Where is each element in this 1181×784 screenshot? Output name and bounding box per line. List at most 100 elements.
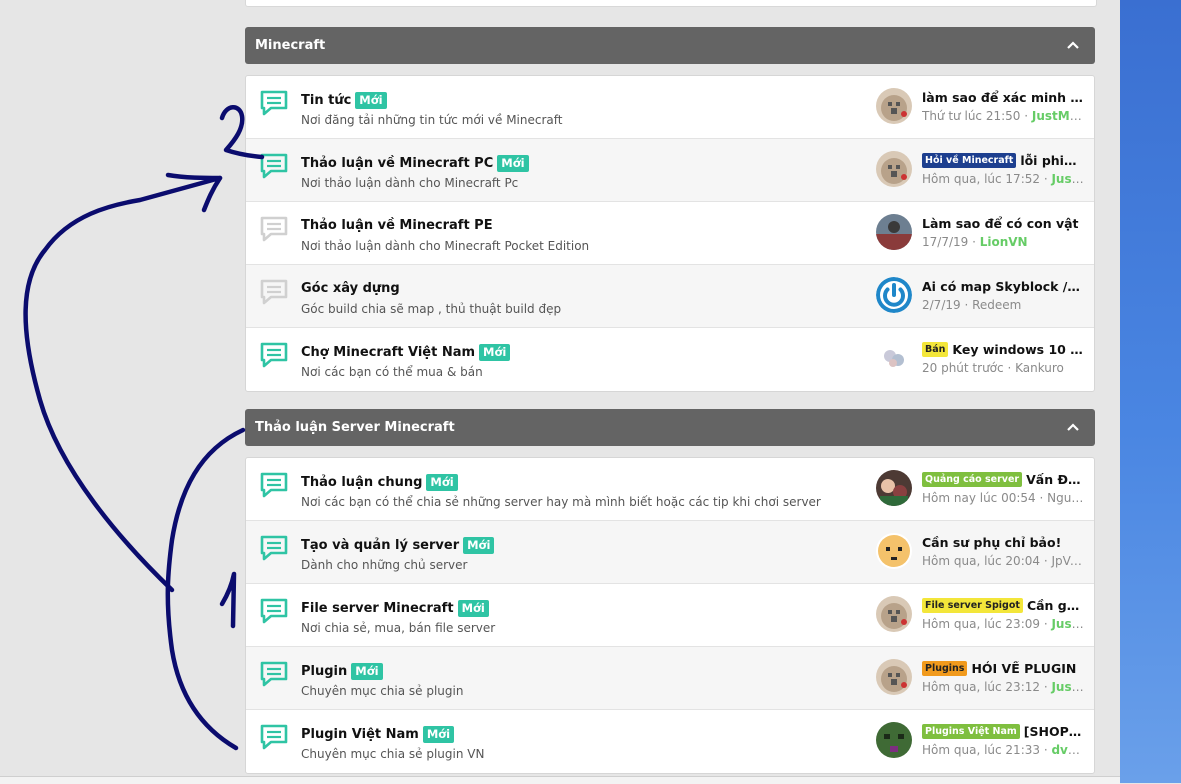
node-description: Góc build chia sẽ map , thủ thuật build … [301, 302, 562, 316]
last-post-username[interactable]: Redeem [972, 298, 1021, 312]
last-post-username[interactable]: JpVe... [1051, 554, 1084, 568]
category-title: Minecraft [255, 38, 326, 53]
node-title-link[interactable]: Thảo luận về Minecraft PC [301, 156, 493, 171]
thread-prefix-label: Hỏi về Minecraft [922, 153, 1017, 168]
last-post-username[interactable]: Kankuro [1015, 361, 1064, 375]
photo-avatar[interactable] [876, 214, 912, 250]
face-avatar[interactable] [876, 533, 912, 569]
forum-node[interactable]: Chợ Minecraft Việt Nam Mới Nơi các bạn có … [246, 328, 1094, 391]
last-post-title-link[interactable]: HỎI VỀ PLUGIN [971, 661, 1084, 676]
node-description: Nơi các bạn có thể chia sẻ những server … [301, 495, 821, 509]
node-title-link[interactable]: Thảo luận về Minecraft PE [301, 218, 493, 233]
last-post-title-link[interactable]: Làm sao để có con vật [922, 216, 1084, 231]
node-description: Nơi đăng tải những tin tức mới về Minecr… [301, 113, 563, 127]
node-title-link[interactable]: Tạo và quản lý server [301, 538, 459, 553]
last-post-username[interactable]: dvmi [1051, 743, 1084, 757]
last-post-time[interactable]: Hôm qua, lúc 23:09 [922, 617, 1040, 631]
last-post-time[interactable]: Hôm qua, lúc 21:33 [922, 743, 1040, 757]
node-title-row: Plugin Việt Nam Mới [301, 726, 455, 743]
meta-separator: · [1035, 491, 1048, 505]
meta-separator: · [1040, 680, 1052, 694]
creeper-avatar[interactable] [876, 151, 912, 187]
thread-prefix-label: Plugins [922, 661, 968, 676]
new-badge: Mới [422, 726, 455, 743]
last-post-title-link[interactable]: làm sao để xác minh v m... [922, 90, 1084, 105]
meta-separator: · [1040, 743, 1052, 757]
last-post-title-row: Plugins HỎI VỀ PLUGIN [922, 661, 1084, 676]
new-badge: Mới [497, 155, 529, 172]
snow-avatar[interactable] [876, 340, 912, 376]
last-post-username[interactable]: Just... [1051, 172, 1084, 186]
last-post-username[interactable]: JustMan... [1032, 109, 1084, 123]
chevron-up-icon[interactable] [1065, 37, 1081, 53]
last-post-time[interactable]: Hôm qua, lúc 17:52 [922, 172, 1040, 186]
anime-avatar[interactable] [876, 470, 912, 506]
node-title-link[interactable]: Plugin [301, 664, 347, 679]
previous-forum-box-bottom [245, 0, 1097, 7]
node-title-link[interactable]: Plugin Việt Nam [301, 727, 419, 742]
last-post-username[interactable]: LionVN [980, 235, 1028, 249]
node-description: Chuyên mục chia sẻ plugin [301, 684, 464, 698]
node-title-row: Góc xây dựng [301, 281, 400, 296]
node-title-row: File server Minecraft Mới [301, 600, 489, 617]
node-description: Nơi thảo luận dành cho Minecraft Pocket … [301, 239, 590, 253]
last-post-time[interactable]: Hôm qua, lúc 23:12 [922, 680, 1040, 694]
forum-node[interactable]: Plugin Mới Chuyên mục chia sẻ plugin Plugin… [246, 647, 1094, 710]
thread-prefix-label: File server Spigot [922, 598, 1023, 613]
forum-node[interactable]: File server Minecraft Mới Nơi chia sẻ, mua… [246, 584, 1094, 647]
last-post-meta: Hôm qua, lúc 23:12 · Just... [922, 680, 1084, 694]
node-title-link[interactable]: File server Minecraft [301, 601, 454, 616]
new-badge: Mới [355, 92, 387, 109]
forum-node[interactable]: Tạo và quản lý server Mới Dành cho những c… [246, 521, 1094, 584]
new-badge: Mới [457, 600, 489, 617]
node-title-link[interactable]: Chợ Minecraft Việt Nam [301, 345, 475, 360]
forum-node[interactable]: Thảo luận chung Mới Nơi các bạn có thể chi… [246, 458, 1094, 521]
category-header-server[interactable]: Thảo luận Server Minecraft [245, 409, 1095, 446]
last-post-title-link[interactable]: Cần gấp ... [1027, 598, 1084, 613]
forum-node[interactable]: Plugin Việt Nam Mới Chuyên mục chia sẻ plu… [246, 710, 1094, 773]
forum-node[interactable]: Tin tức Mới Nơi đăng tải những tin tức mới… [246, 76, 1094, 139]
last-post-title-link[interactable]: Key windows 10 ed... [952, 342, 1084, 357]
creeper-avatar[interactable] [876, 659, 912, 695]
chat-bubble-read-icon [259, 215, 289, 243]
zombie-avatar[interactable] [876, 722, 912, 758]
desktop-background-strip [1120, 0, 1181, 783]
forum-node[interactable]: Góc xây dựng Góc build chia sẽ map , thủ … [246, 265, 1094, 328]
last-post-time[interactable]: 2/7/19 [922, 298, 961, 312]
thread-prefix-label: Bán [922, 342, 949, 357]
last-post-title-link[interactable]: lỗi phiên ... [1020, 153, 1084, 168]
last-post-time[interactable]: Thứ tư lúc 21:50 [922, 109, 1020, 123]
last-post-title-link[interactable]: Ai có map Skyblock / Lo... [922, 279, 1084, 294]
power-avatar[interactable] [876, 277, 912, 313]
last-post-title-link[interactable]: [SHOPG... [1024, 724, 1084, 739]
category-header-minecraft[interactable]: Minecraft [245, 27, 1095, 64]
chevron-up-icon[interactable] [1065, 419, 1081, 435]
last-post-username[interactable]: Nguye... [1047, 491, 1084, 505]
last-post-title-link[interactable]: Cần sư phụ chỉ bảo! [922, 535, 1084, 550]
last-post-time[interactable]: 17/7/19 [922, 235, 968, 249]
forum-node[interactable]: Thảo luận về Minecraft PC Mới Nơi thảo luậ… [246, 139, 1094, 202]
node-title-link[interactable]: Tin tức [301, 93, 351, 108]
last-post-username[interactable]: Just... [1051, 617, 1084, 631]
last-post-meta: 2/7/19 · Redeem [922, 298, 1084, 312]
creeper-avatar[interactable] [876, 596, 912, 632]
meta-separator: · [1040, 172, 1052, 186]
last-post-time[interactable]: Hôm nay lúc 00:54 [922, 491, 1036, 505]
last-post-time[interactable]: Hôm qua, lúc 20:04 [922, 554, 1040, 568]
chat-bubble-unread-icon [259, 534, 289, 562]
last-post-time[interactable]: 20 phút trước [922, 361, 1004, 375]
node-title-link[interactable]: Thảo luận chung [301, 475, 422, 490]
node-description: Nơi các bạn có thể mua & bán [301, 365, 483, 379]
forum-list-minecraft: Tin tức Mới Nơi đăng tải những tin tức mới… [245, 75, 1095, 392]
node-title-row: Thảo luận về Minecraft PE [301, 218, 493, 233]
creeper-avatar[interactable] [876, 88, 912, 124]
last-post-title-link[interactable]: Vấn Đề C... [1026, 472, 1084, 487]
node-description: Nơi thảo luận dành cho Minecraft Pc [301, 176, 519, 190]
node-title-link[interactable]: Góc xây dựng [301, 281, 400, 296]
annotation-arrowhead [165, 172, 223, 213]
last-post-title-row: Cần sư phụ chỉ bảo! [922, 535, 1084, 550]
forum-list-server: Thảo luận chung Mới Nơi các bạn có thể chi… [245, 457, 1095, 774]
last-post-meta: Hôm qua, lúc 17:52 · Just... [922, 172, 1084, 186]
last-post-username[interactable]: Just... [1051, 680, 1084, 694]
forum-node[interactable]: Thảo luận về Minecraft PE Nơi thảo luận d… [246, 202, 1094, 265]
